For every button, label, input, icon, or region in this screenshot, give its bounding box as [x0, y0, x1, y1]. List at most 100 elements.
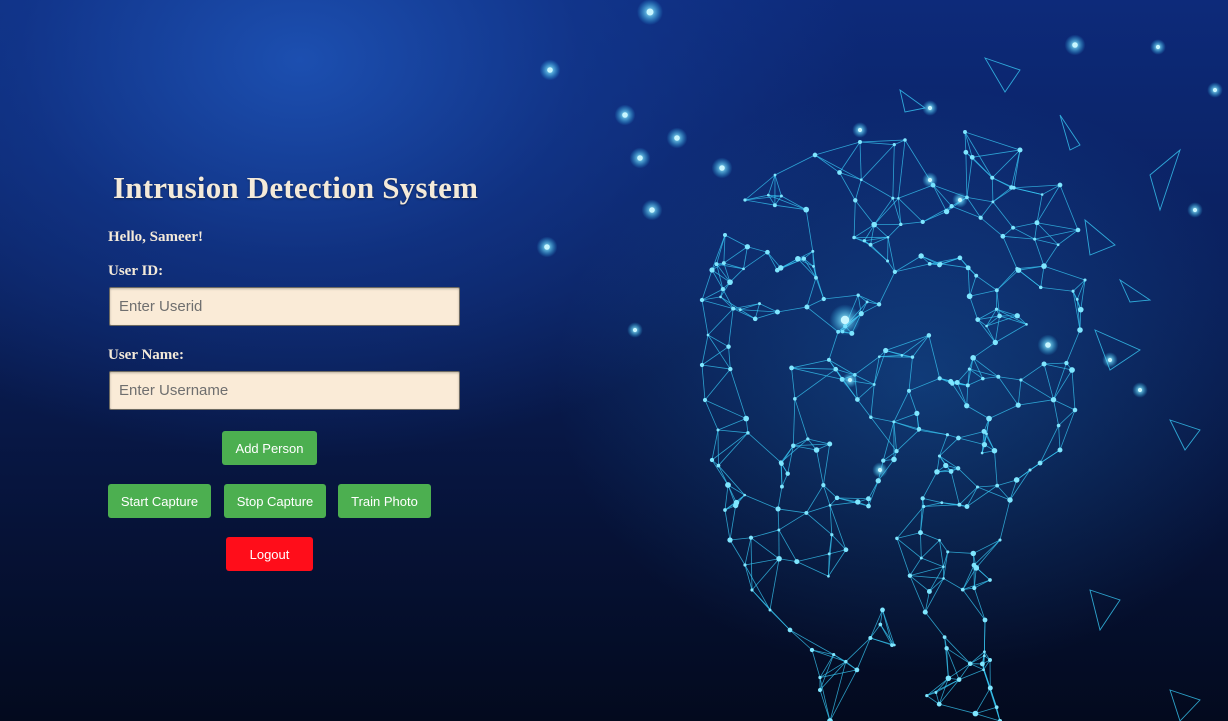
network-node	[777, 528, 781, 532]
stop-capture-button[interactable]: Stop Capture	[224, 484, 326, 518]
network-line	[966, 486, 978, 507]
network-line	[908, 390, 918, 414]
network-line	[1058, 409, 1076, 426]
network-node	[1034, 220, 1040, 226]
network-line	[856, 637, 871, 671]
train-photo-button[interactable]: Train Photo	[338, 484, 431, 518]
network-node	[743, 493, 747, 497]
network-node	[748, 535, 754, 540]
network-node	[746, 431, 750, 435]
network-node	[966, 293, 973, 300]
network-line	[857, 399, 872, 418]
network-line	[711, 429, 719, 461]
network-node	[744, 244, 751, 250]
network-node	[956, 435, 961, 441]
network-line	[973, 539, 1001, 554]
network-node	[903, 138, 907, 142]
network-line	[701, 334, 709, 366]
network-node	[804, 304, 810, 310]
glow-particle-core	[719, 165, 725, 171]
network-node	[938, 261, 943, 266]
network-line	[924, 578, 944, 613]
network-line	[898, 139, 906, 199]
username-label: User Name:	[108, 347, 184, 363]
network-line	[943, 578, 963, 590]
glow-particle-core	[1107, 357, 1113, 363]
network-node	[895, 536, 899, 541]
network-node	[914, 410, 920, 416]
network-node	[778, 460, 784, 465]
network-line	[778, 512, 807, 531]
network-node	[716, 428, 720, 432]
glow-particle-core	[840, 315, 850, 325]
network-line	[973, 587, 986, 621]
network-line	[717, 418, 747, 431]
network-line	[861, 179, 894, 199]
network-line	[711, 432, 749, 461]
network-node	[907, 388, 911, 393]
network-line	[957, 468, 978, 488]
network-line	[819, 654, 835, 691]
network-node	[980, 451, 984, 455]
network-line	[777, 486, 783, 510]
network-node	[936, 701, 942, 707]
network-node	[787, 627, 793, 633]
network-node	[886, 235, 890, 239]
network-node	[1056, 243, 1060, 247]
network-node	[832, 652, 836, 657]
userid-input[interactable]	[109, 287, 460, 326]
network-node	[834, 495, 840, 501]
network-line	[980, 201, 994, 218]
network-node	[720, 286, 725, 292]
network-node	[699, 297, 705, 303]
network-node	[987, 685, 993, 691]
glow-particle-core	[877, 467, 883, 473]
network-line	[701, 346, 729, 366]
network-node	[1017, 147, 1023, 153]
network-node	[775, 506, 781, 512]
network-node	[812, 152, 818, 158]
network-node	[821, 296, 826, 302]
network-node	[979, 661, 985, 667]
network-line	[969, 275, 977, 297]
network-node	[941, 565, 945, 569]
network-node	[945, 675, 952, 682]
network-node	[995, 483, 1000, 488]
network-line	[962, 589, 986, 621]
network-node	[985, 432, 988, 436]
add-person-button[interactable]: Add Person	[222, 431, 317, 465]
network-node	[970, 355, 976, 361]
network-line	[900, 221, 923, 225]
network-line	[882, 609, 895, 646]
network-node	[988, 658, 992, 662]
network-node	[975, 317, 981, 322]
network-node	[949, 204, 954, 209]
network-line	[747, 432, 782, 463]
network-node	[773, 173, 777, 177]
network-line	[777, 508, 807, 514]
network-line	[997, 376, 1019, 406]
network-line	[1009, 469, 1031, 501]
network-node	[1056, 423, 1061, 428]
network-line	[988, 404, 1019, 419]
network-node	[1014, 313, 1020, 319]
network-line	[922, 497, 942, 504]
network-line	[972, 149, 1021, 158]
username-input[interactable]	[109, 371, 460, 410]
network-line	[1043, 363, 1054, 400]
network-line	[701, 299, 709, 336]
network-node	[768, 608, 772, 612]
network-node	[742, 267, 745, 271]
network-node	[1064, 360, 1069, 366]
network-node	[985, 324, 988, 328]
network-node	[750, 588, 754, 592]
logout-button[interactable]: Logout	[226, 537, 313, 571]
network-node	[955, 466, 961, 471]
network-node	[972, 585, 977, 591]
network-node	[877, 355, 881, 358]
network-node	[811, 249, 815, 253]
network-node	[891, 456, 897, 463]
network-node	[920, 496, 925, 501]
start-capture-button[interactable]: Start Capture	[108, 484, 211, 518]
network-node	[859, 178, 863, 182]
